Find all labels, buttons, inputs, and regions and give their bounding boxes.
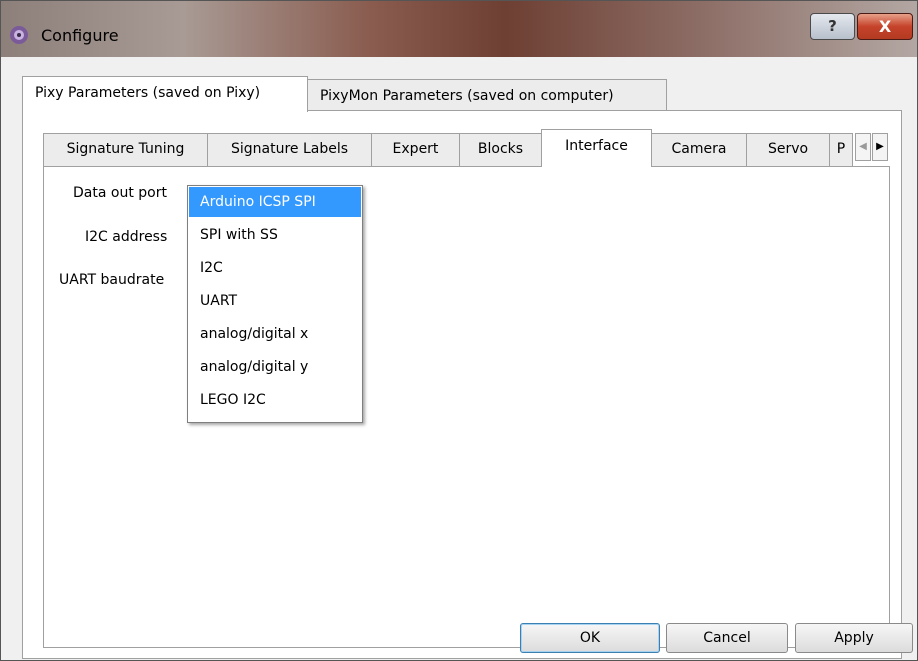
help-button[interactable]: ? xyxy=(810,13,855,40)
cancel-button[interactable]: Cancel xyxy=(666,623,788,653)
pixymon-app-icon xyxy=(10,26,28,44)
close-button[interactable]: X xyxy=(857,13,913,40)
chevron-right-icon: ▶ xyxy=(876,141,884,152)
uart-baudrate-label: UART baudrate xyxy=(59,272,165,288)
tab-truncated[interactable]: P xyxy=(829,133,853,166)
i2c-address-label: I2C address xyxy=(85,229,168,245)
interface-pane xyxy=(43,166,890,648)
title-bar[interactable]: Configure ? X xyxy=(1,1,917,57)
tab-signature-tuning[interactable]: Signature Tuning xyxy=(43,133,208,166)
ok-button[interactable]: OK xyxy=(520,623,660,653)
apply-button[interactable]: Apply xyxy=(795,623,913,653)
tab-servo[interactable]: Servo xyxy=(746,133,830,166)
dropdown-option[interactable]: Arduino ICSP SPI xyxy=(189,187,361,217)
tab-interface[interactable]: Interface xyxy=(541,129,652,167)
dropdown-option[interactable]: analog/digital y xyxy=(189,352,361,382)
tab-signature-labels[interactable]: Signature Labels xyxy=(207,133,372,166)
configure-window: Configure ? X Pixy Parameters (saved on … xyxy=(0,0,918,661)
tab-scroll-left-button[interactable]: ◀ xyxy=(855,133,871,161)
dropdown-option[interactable]: SPI with SS xyxy=(189,220,361,250)
data-out-port-label: Data out port xyxy=(73,185,167,201)
window-title: Configure xyxy=(41,26,119,45)
tab-expert[interactable]: Expert xyxy=(371,133,460,166)
chevron-left-icon: ◀ xyxy=(859,141,867,152)
dropdown-option[interactable]: UART xyxy=(189,286,361,316)
tab-pixy-parameters[interactable]: Pixy Parameters (saved on Pixy) xyxy=(22,76,308,112)
dropdown-option[interactable]: I2C xyxy=(189,253,361,283)
dropdown-option[interactable]: LEGO I2C xyxy=(189,385,361,415)
dropdown-option[interactable]: analog/digital x xyxy=(189,319,361,349)
tab-camera[interactable]: Camera xyxy=(651,133,747,166)
data-out-port-dropdown-list[interactable]: Arduino ICSP SPI SPI with SS I2C UART an… xyxy=(187,185,363,423)
tab-scroll-right-button[interactable]: ▶ xyxy=(872,133,888,161)
tab-blocks[interactable]: Blocks xyxy=(459,133,542,166)
tab-pixymon-parameters[interactable]: PixyMon Parameters (saved on computer) xyxy=(307,79,667,111)
dialog-client-area: Pixy Parameters (saved on Pixy) PixyMon … xyxy=(9,57,909,660)
